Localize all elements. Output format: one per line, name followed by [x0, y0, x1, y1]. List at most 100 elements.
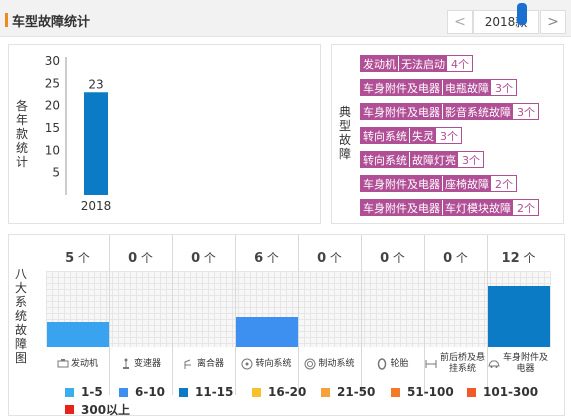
year-highlight: [517, 3, 527, 25]
typical-faults-label: 典型故障: [338, 105, 351, 161]
fault-tag[interactable]: 转向系统 故障灯亮 3个: [360, 151, 484, 168]
system-fault-bar[interactable]: [488, 286, 550, 347]
legend-swatch: [252, 387, 261, 397]
system-count-value: 0: [191, 251, 201, 266]
legend-label: 11-15: [195, 385, 234, 399]
legend-swatch: [467, 387, 476, 397]
year-selector[interactable]: 2018款: [473, 10, 539, 34]
header-accent-bar: [5, 13, 8, 27]
year-stats-panel: 各年款统计 5 10 15 20 25 30 23 2018: [8, 44, 321, 224]
system-count: 6 个: [235, 247, 298, 269]
system-name: 发动机: [70, 358, 98, 369]
section-header: 车型故障统计 < 2018款 >: [0, 0, 571, 37]
fault-count: 3个: [437, 128, 461, 143]
system-count-value: 0: [443, 251, 453, 266]
system-count: 0 个: [424, 247, 487, 269]
fault-system: 车身附件及电器: [361, 200, 443, 215]
system-count: 0 个: [172, 247, 235, 269]
brake-icon: [304, 358, 316, 370]
legend-item: 11-15: [179, 385, 233, 399]
system-category[interactable]: 离合器: [172, 349, 235, 379]
system-count-value: 0: [380, 251, 390, 266]
system-count-unit: 个: [452, 251, 468, 265]
fault-issue: 影音系统故障: [443, 104, 514, 119]
prev-year-button[interactable]: <: [447, 10, 473, 34]
legend-swatch: [65, 405, 74, 414]
legend-swatch: [321, 387, 330, 397]
system-count-unit: 个: [389, 251, 405, 265]
system-category[interactable]: 轮胎: [361, 349, 424, 379]
fault-system: 转向系统: [361, 152, 410, 167]
y-tick-label: 20: [45, 99, 60, 113]
system-name: 制动系统: [318, 358, 355, 369]
fault-system: 车身附件及电器: [361, 104, 443, 119]
fault-tag[interactable]: 车身附件及电器 影音系统故障 3个: [360, 103, 539, 120]
legend-item: 21-50: [321, 385, 375, 399]
system-faults-panel: 八大系统故障图 5 个发动机 0 个变速器 0 个离合器 6 个转向系统 0 个制动系统…: [8, 234, 565, 418]
gear-shift-icon: [120, 358, 132, 370]
legend-item: 300以上: [65, 401, 130, 418]
suspension-icon: [425, 358, 437, 370]
system-count-unit: 个: [74, 251, 90, 265]
system-name: 变速器: [133, 358, 161, 369]
fault-count: 2个: [492, 176, 516, 191]
year-bar-chart: 5 10 15 20 25 30 23 2018: [45, 54, 112, 213]
legend-label: 1-5: [81, 385, 103, 399]
clutch-icon: [183, 358, 195, 370]
legend-swatch: [179, 387, 188, 397]
legend-item: 16-20: [252, 385, 306, 399]
system-fault-bar[interactable]: [47, 322, 109, 347]
legend-item: 6-10: [119, 385, 165, 399]
fault-count: 2个: [514, 200, 538, 215]
legend-item: 51-100: [391, 385, 454, 399]
system-name: 前后桥及悬挂系统: [439, 353, 485, 374]
system-count-unit: 个: [326, 251, 342, 265]
system-count-value: 12: [501, 251, 520, 266]
typical-faults-panel: 典型故障 发动机 无法启动 4个 车身附件及电器 电瓶故障 3个 车身附件及电器 影音系统故障…: [331, 44, 564, 224]
system-count: 5 个: [46, 247, 109, 269]
legend-item: 1-5: [65, 385, 103, 399]
y-tick-label: 15: [45, 121, 60, 135]
system-name: 轮胎: [390, 358, 409, 369]
fault-tag[interactable]: 车身附件及电器 电瓶故障 3个: [360, 79, 517, 96]
system-count: 0 个: [361, 247, 424, 269]
system-category[interactable]: 转向系统: [235, 349, 298, 379]
fault-count: 3个: [514, 104, 538, 119]
fault-tag[interactable]: 车身附件及电器 车灯模块故障 2个: [360, 199, 539, 216]
legend-label: 21-50: [337, 385, 376, 399]
steering-wheel-icon: [241, 358, 253, 370]
system-category[interactable]: 车身附件及电器: [487, 349, 550, 379]
engine-icon: [57, 358, 69, 370]
tire-icon: [376, 358, 388, 370]
system-category[interactable]: 变速器: [109, 349, 172, 379]
fault-system: 车身附件及电器: [361, 80, 443, 95]
system-count-unit: 个: [200, 251, 216, 265]
y-tick-label: 30: [45, 54, 60, 68]
system-name: 转向系统: [255, 358, 292, 369]
fault-system: 发动机: [361, 56, 399, 71]
fault-tag[interactable]: 车身附件及电器 座椅故障 2个: [360, 175, 517, 192]
system-category[interactable]: 前后桥及悬挂系统: [424, 349, 487, 379]
fault-tag[interactable]: 转向系统 失灵 3个: [360, 127, 462, 144]
fault-tag[interactable]: 发动机 无法启动 4个: [360, 55, 473, 72]
next-year-button[interactable]: >: [540, 10, 566, 34]
y-tick-label: 10: [45, 143, 60, 157]
system-count: 0 个: [109, 247, 172, 269]
system-category[interactable]: 制动系统: [298, 349, 361, 379]
fault-system: 车身附件及电器: [361, 176, 443, 191]
fault-system: 转向系统: [361, 128, 410, 143]
fault-count: 4个: [448, 56, 472, 71]
section-title: 车型故障统计: [12, 15, 91, 30]
system-count-value: 6: [254, 251, 264, 266]
fault-issue: 车灯模块故障: [443, 200, 514, 215]
legend-label: 101-300: [483, 385, 539, 399]
legend-item: 101-300: [467, 385, 538, 399]
legend-swatch: [65, 387, 74, 397]
y-tick-label: 25: [45, 76, 60, 90]
system-fault-bar[interactable]: [236, 317, 298, 347]
legend-label: 6-10: [135, 385, 166, 399]
fault-issue: 电瓶故障: [443, 80, 492, 95]
system-category[interactable]: 发动机: [46, 349, 109, 379]
system-count-unit: 个: [137, 251, 153, 265]
system-name: 离合器: [196, 358, 224, 369]
